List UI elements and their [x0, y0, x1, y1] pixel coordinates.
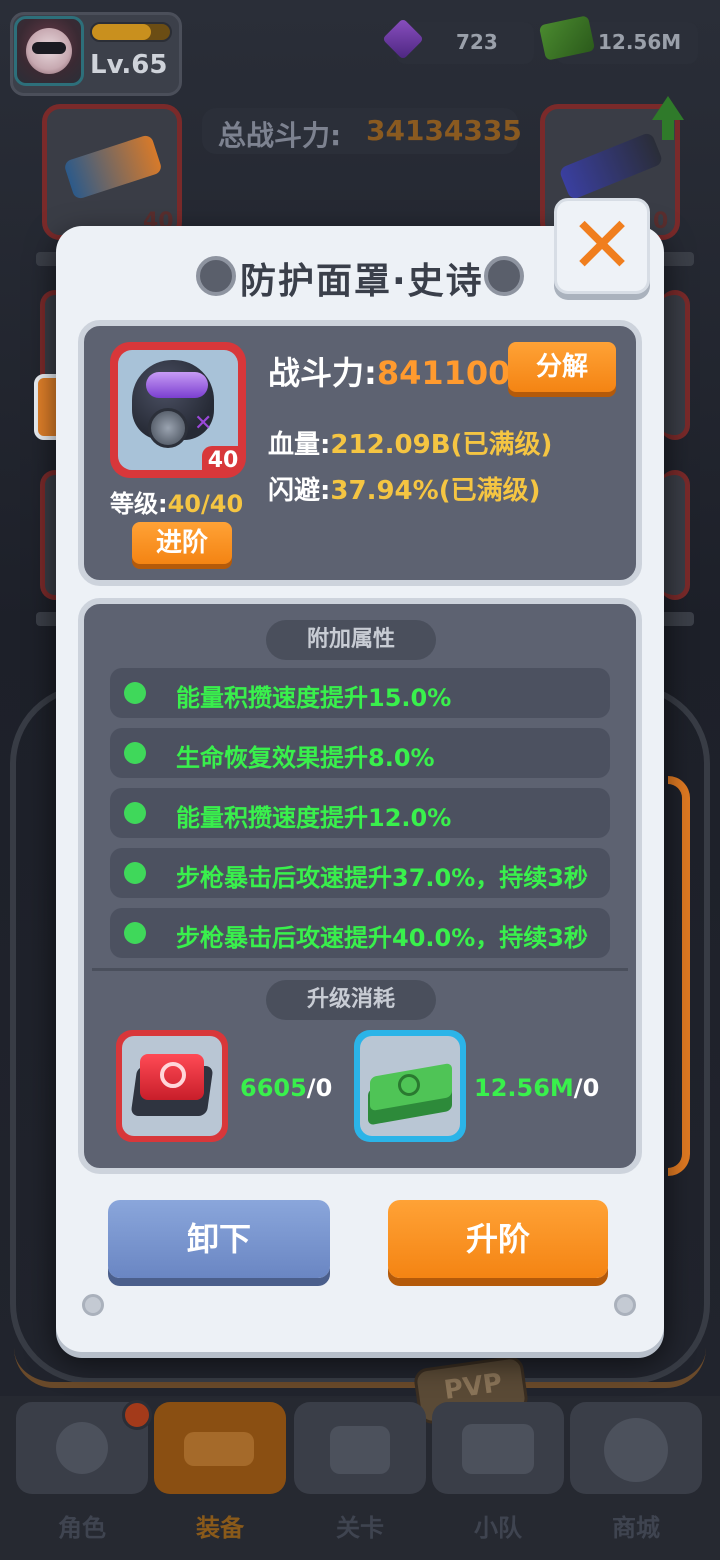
chip-cost-frame[interactable]: [116, 1030, 228, 1142]
attr-text: 步枪暴击后攻速提升37.0%，持续3秒: [176, 864, 588, 892]
attr-row: 能量积攒速度提升15.0%: [110, 668, 610, 718]
nav-label: 小队: [474, 1514, 522, 1542]
dodge-label: 闪避:: [268, 476, 331, 506]
power-value: 841100: [376, 354, 511, 392]
screw-icon: [82, 1294, 104, 1316]
nav-stage-button[interactable]: [294, 1402, 426, 1494]
item-level-badge: 40: [202, 446, 244, 476]
extra-attrs-title: 附加属性: [266, 620, 436, 660]
squad-icon: [462, 1424, 534, 1474]
cash-stack-icon: [360, 1036, 460, 1136]
cash-required: /0: [573, 1074, 600, 1102]
hp-label: 血量:: [268, 430, 331, 460]
xp-bar-fill: [92, 24, 151, 40]
total-power-value: 34134335: [366, 114, 522, 147]
weapon-slot-left[interactable]: 40: [42, 104, 182, 240]
shop-icon: [604, 1418, 668, 1482]
blaster-icon: [63, 133, 163, 201]
cash-cost: 12.56M/0: [474, 1074, 599, 1102]
chip-required: /0: [306, 1074, 333, 1102]
nav-label: 商城: [612, 1514, 660, 1542]
chip-cost: 6605/0: [240, 1074, 332, 1102]
advance-button[interactable]: 进阶: [132, 522, 232, 564]
nav-label: 关卡: [336, 1514, 384, 1542]
bullet-icon: [124, 802, 146, 824]
dodge-row: 闪避:37.94%(已满级): [268, 470, 540, 507]
nav-equipment-button[interactable]: [154, 1402, 286, 1494]
upgrade-cost-title: 升级消耗: [266, 980, 436, 1020]
title-ornament-left: [196, 256, 236, 296]
chip-icon: [122, 1036, 222, 1136]
bullet-icon: [124, 862, 146, 884]
skull-icon: [56, 1422, 108, 1474]
gem-count: 723: [456, 30, 498, 54]
attr-text: 能量积攒速度提升15.0%: [176, 684, 452, 712]
weapon-slot-edge: [660, 470, 690, 600]
bullet-icon: [124, 922, 146, 944]
notification-dot: [122, 1400, 152, 1430]
title-ornament-right: [484, 256, 524, 296]
map-pin-icon: [330, 1426, 390, 1474]
attr-row: 能量积攒速度提升12.0%: [110, 788, 610, 838]
power-row: 战斗力:841100: [268, 348, 510, 394]
attr-text: 能量积攒速度提升12.0%: [176, 804, 452, 832]
nav-shop-button[interactable]: [570, 1402, 702, 1494]
screw-icon: [614, 1294, 636, 1316]
unequip-button[interactable]: 卸下: [108, 1200, 330, 1278]
attr-row: 生命恢复效果提升8.0%: [110, 728, 610, 778]
attr-text: 生命恢复效果提升8.0%: [176, 744, 435, 772]
cash-owned: 12.56M: [474, 1074, 574, 1102]
player-level: Lv.65: [90, 50, 168, 80]
upgrade-arrow-icon: [652, 96, 684, 120]
grade-value: 40/40: [167, 490, 244, 518]
cash-count: 12.56M: [598, 30, 682, 54]
decompose-button[interactable]: 分解: [508, 342, 616, 392]
upgrade-arrow-stem: [662, 118, 674, 140]
close-icon[interactable]: ✕: [554, 198, 650, 294]
rifle-icon: [558, 131, 664, 201]
nav-label: 角色: [58, 1514, 106, 1542]
dodge-value: 37.94%(已满级): [330, 476, 541, 506]
nav-label: 装备: [196, 1514, 244, 1542]
grade-label: 等级:: [110, 490, 168, 518]
power-label: 战斗力:: [268, 354, 377, 392]
bullet-icon: [124, 742, 146, 764]
hp-row: 血量:212.09B(已满级): [268, 424, 552, 461]
item-grade: 等级:40/40: [110, 484, 243, 519]
chip-owned: 6605: [240, 1074, 307, 1102]
attr-row: 步枪暴击后攻速提升37.0%，持续3秒: [110, 848, 610, 898]
nav-squad-button[interactable]: [432, 1402, 564, 1494]
hp-value: 212.09B(已满级): [330, 430, 553, 460]
divider: [92, 968, 628, 971]
modal-title: 防护面罩·史诗: [240, 261, 484, 302]
upgrade-button[interactable]: 升阶: [388, 1200, 608, 1278]
sunglasses-icon: [32, 42, 66, 54]
weapon-slot-edge: [660, 290, 690, 440]
frame-handle: [668, 776, 690, 1176]
total-power-label: 总战斗力:: [218, 119, 342, 152]
slot-level: 0: [653, 209, 669, 234]
cash-cost-frame[interactable]: [354, 1030, 466, 1142]
attr-text: 步枪暴击后攻速提升40.0%，持续3秒: [176, 924, 588, 952]
bullet-icon: [124, 682, 146, 704]
gun-icon: [184, 1432, 254, 1466]
attr-row: 步枪暴击后攻速提升40.0%，持续3秒: [110, 908, 610, 958]
